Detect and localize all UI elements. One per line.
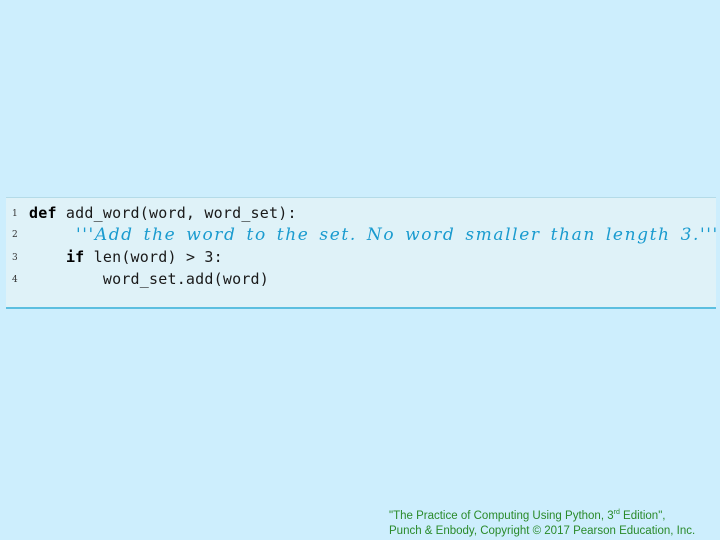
footer-line-2: Punch & Enbody, Copyright © 2017 Pearson…: [389, 525, 696, 537]
line-number: 2: [12, 230, 18, 240]
code-content: word_set.add(word): [102, 270, 270, 288]
code-text: word_set.add(word): [29, 270, 269, 288]
copyright-footer: "The Practice of Computing Using Python,…: [389, 509, 695, 539]
line-number: 3: [12, 253, 18, 263]
code-text: if len(word) > 3:: [29, 248, 223, 266]
keyword: if: [65, 248, 85, 266]
footer-title: "The Practice of Computing Using Python,…: [389, 510, 614, 522]
code-text: def add_word(word, word_set):: [29, 204, 297, 222]
code-line-3: 3 if len(word) > 3:: [6, 248, 716, 270]
code-line-2: 2 '''Add the word to the set. No word sm…: [6, 225, 719, 247]
code-listing: 1 def add_word(word, word_set): 2 '''Add…: [6, 197, 719, 309]
line-number: 4: [12, 275, 18, 285]
footer-edition: Edition",: [619, 510, 666, 522]
docstring: '''Add the word to the set. No word smal…: [76, 225, 719, 245]
code-line-4: 4 word_set.add(word): [6, 270, 716, 292]
line-number: 1: [12, 209, 18, 219]
code-content: add_word(word, word_set):: [56, 204, 297, 222]
keyword: def: [29, 204, 57, 222]
code-line-1: 1 def add_word(word, word_set):: [6, 204, 716, 226]
footer-line-1: "The Practice of Computing Using Python,…: [389, 509, 695, 524]
code-content: len(word) > 3:: [84, 248, 223, 266]
